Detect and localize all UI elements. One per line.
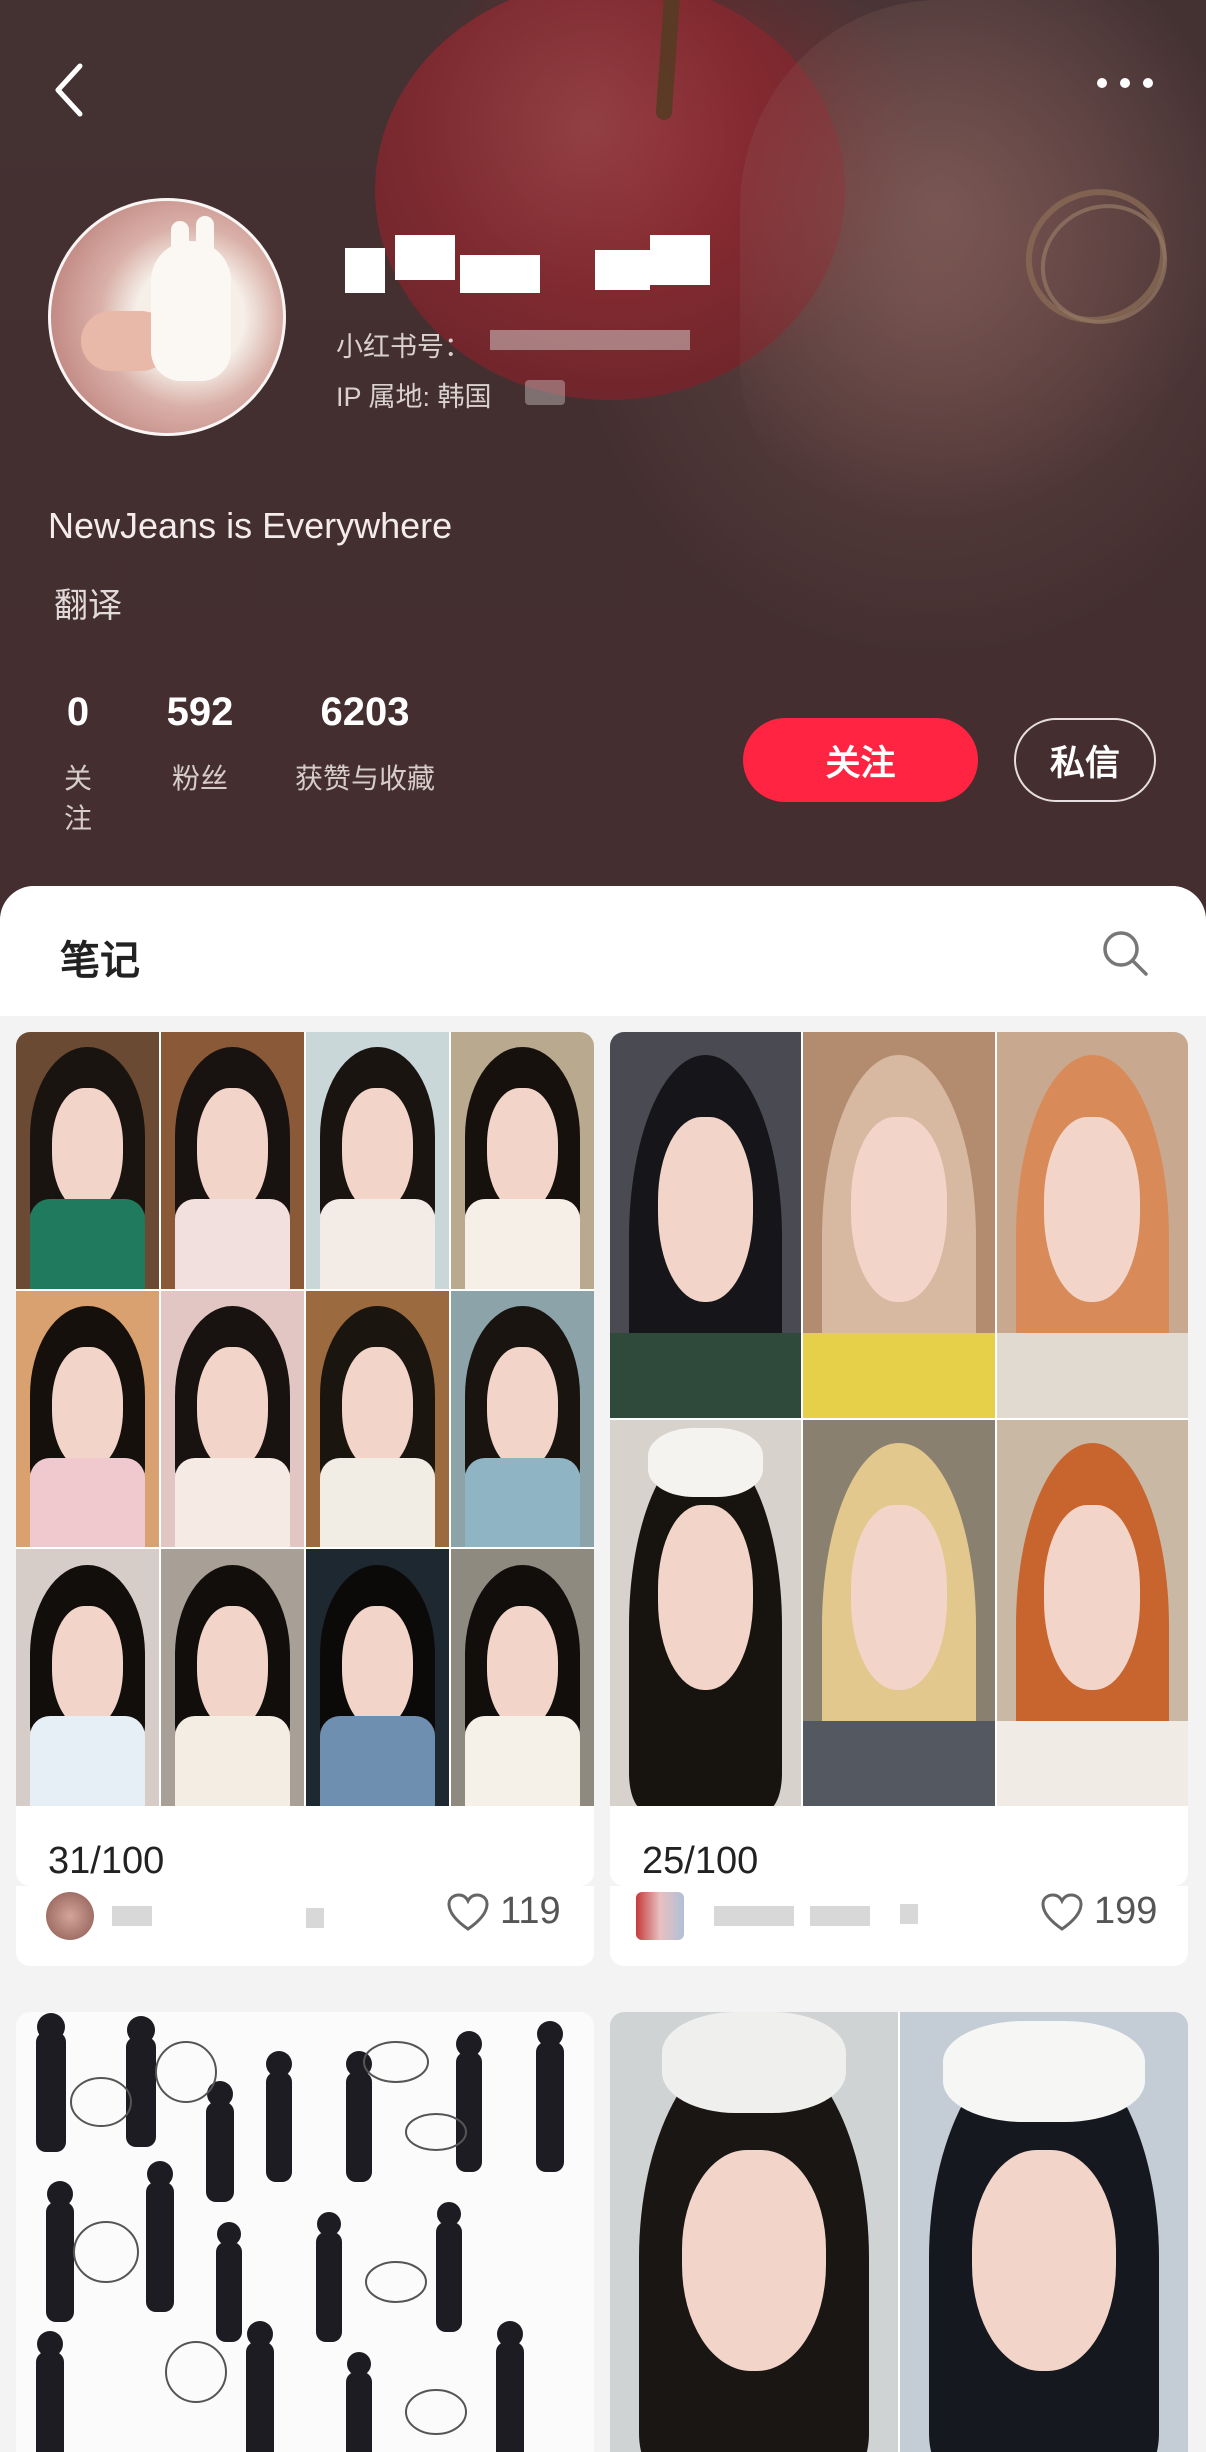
note-cover-image bbox=[610, 1032, 1188, 1806]
more-button[interactable] bbox=[1090, 68, 1160, 98]
stat-likes-collects[interactable]: 6203 获赞与收藏 bbox=[285, 690, 445, 797]
note-cover-image bbox=[610, 2012, 1188, 2452]
note-footer: 119 bbox=[16, 1886, 594, 1966]
tab-notes[interactable]: 笔记 bbox=[60, 928, 140, 986]
author-name-masked bbox=[810, 1906, 870, 1926]
follow-button[interactable]: 关注 bbox=[743, 718, 978, 802]
note-title: 31/100 bbox=[48, 1840, 165, 1882]
stat-followers-label: 粉丝 bbox=[171, 763, 228, 794]
note-card[interactable]: 25/100 bbox=[610, 1032, 1188, 1886]
message-button[interactable]: 私信 bbox=[1014, 718, 1156, 802]
note-card[interactable] bbox=[610, 2012, 1188, 2452]
stat-followers-count: 592 bbox=[166, 690, 234, 734]
back-button[interactable] bbox=[50, 60, 100, 120]
translate-button[interactable]: 翻译 bbox=[54, 578, 122, 627]
ip-location: IP 属地: 韩国 bbox=[336, 382, 492, 412]
author-avatar[interactable] bbox=[46, 1892, 94, 1940]
stat-likes-label: 获赞与收藏 bbox=[294, 763, 435, 794]
more-dots-icon bbox=[1097, 78, 1153, 88]
stat-likes-count: 6203 bbox=[320, 690, 410, 734]
stat-following[interactable]: 0 关注 bbox=[58, 690, 98, 837]
like-count: 199 bbox=[1094, 1890, 1158, 1932]
profile-header: 小红书号： IP 属地: 韩国 NewJeans is Everywhere 翻… bbox=[0, 0, 1206, 920]
author-avatar[interactable] bbox=[636, 1892, 684, 1940]
note-card[interactable]: 31/100 bbox=[16, 1032, 594, 1886]
note-cover-image bbox=[16, 1032, 594, 1806]
redid-masked bbox=[490, 330, 690, 350]
note-cover-image bbox=[16, 2012, 594, 2452]
search-icon bbox=[1103, 931, 1148, 976]
avatar-bunny bbox=[151, 241, 231, 381]
author-name-masked bbox=[306, 1908, 324, 1928]
stat-followers[interactable]: 592 粉丝 bbox=[150, 690, 250, 797]
note-footer: 199 bbox=[610, 1886, 1188, 1966]
author-name-masked bbox=[900, 1904, 918, 1924]
like-button[interactable]: 199 bbox=[1040, 1890, 1157, 1933]
note-card[interactable] bbox=[16, 2012, 594, 2452]
heart-icon bbox=[1041, 1892, 1083, 1931]
like-count: 119 bbox=[500, 1890, 561, 1932]
redid-label: 小红书号： bbox=[336, 332, 471, 362]
bio-text: NewJeans is Everywhere bbox=[48, 505, 453, 546]
stat-following-count: 0 bbox=[66, 690, 90, 734]
author-name-masked bbox=[714, 1906, 794, 1926]
notes-panel: 笔记 31/100 25/100 bbox=[0, 886, 1206, 2452]
back-arrow-icon bbox=[55, 63, 83, 117]
stat-following-label: 关注 bbox=[63, 763, 92, 834]
avatar[interactable] bbox=[48, 198, 286, 436]
like-button[interactable]: 119 bbox=[446, 1890, 561, 1933]
heart-icon bbox=[447, 1892, 489, 1931]
author-name-masked bbox=[112, 1906, 152, 1926]
tab-bar: 笔记 bbox=[0, 886, 1206, 1016]
search-button[interactable] bbox=[1100, 928, 1150, 978]
note-title: 25/100 bbox=[642, 1840, 759, 1882]
ip-masked bbox=[525, 380, 565, 405]
